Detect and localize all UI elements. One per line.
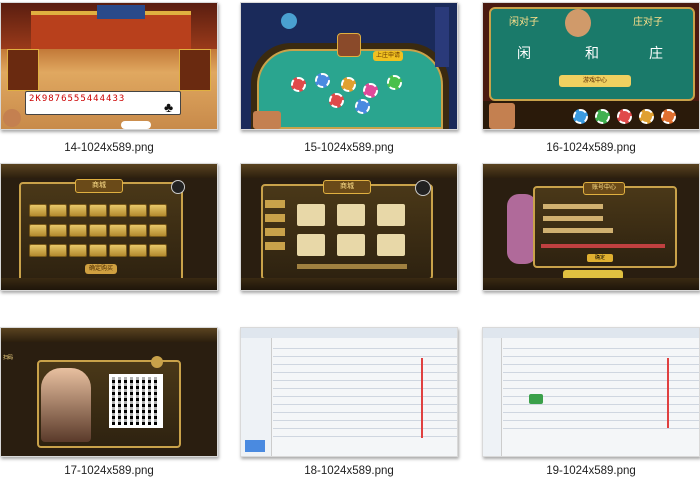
file-tile[interactable] xyxy=(240,327,458,457)
thumbnail-image xyxy=(482,327,700,457)
thumbnail-image: 商城 确定购买 xyxy=(0,163,218,291)
file-tile[interactable]: 2K9876555444433 ♣ 14-1024x589.png xyxy=(0,2,218,154)
thumbnail-image xyxy=(240,327,458,457)
file-tile[interactable]: 商城 18-1024x589.png xyxy=(240,163,458,477)
file-name[interactable]: 17-1024x589.png xyxy=(0,465,218,477)
thumbnail-image: 2K9876555444433 ♣ xyxy=(0,2,218,130)
card-hand: 2K9876555444433 xyxy=(25,91,181,115)
file-name[interactable]: 19-1024x589.png xyxy=(482,465,700,477)
thumbnail-image: 账号中心 确定 xyxy=(482,163,700,291)
file-name[interactable]: 18-1024x589.png xyxy=(240,465,458,477)
file-name[interactable]: 15-1024x589.png xyxy=(240,142,458,154)
file-name[interactable]: 16-1024x589.png xyxy=(482,142,700,154)
thumbnail-image: 商城 xyxy=(240,163,458,291)
thumbnail-image: 扫码 xyxy=(0,327,218,457)
thumbnail-image: 上庄申请 xyxy=(240,2,458,130)
file-tile[interactable]: 上庄申请 15-1024x589.png xyxy=(240,2,458,154)
file-tile[interactable] xyxy=(482,327,700,457)
file-tile[interactable]: 账号中心 确定 19-1024x589.png xyxy=(482,163,700,477)
file-tile[interactable]: 商城 确定购买 17-1024x589.png xyxy=(0,163,218,477)
file-tile[interactable]: 扫码 xyxy=(0,327,218,457)
file-name[interactable]: 14-1024x589.png xyxy=(0,142,218,154)
file-tile[interactable]: 闲对子 庄对子 闲 和 庄 游戏中心 16-1024x589.png xyxy=(482,2,700,154)
thumbnail-image: 闲对子 庄对子 闲 和 庄 游戏中心 xyxy=(482,2,700,130)
